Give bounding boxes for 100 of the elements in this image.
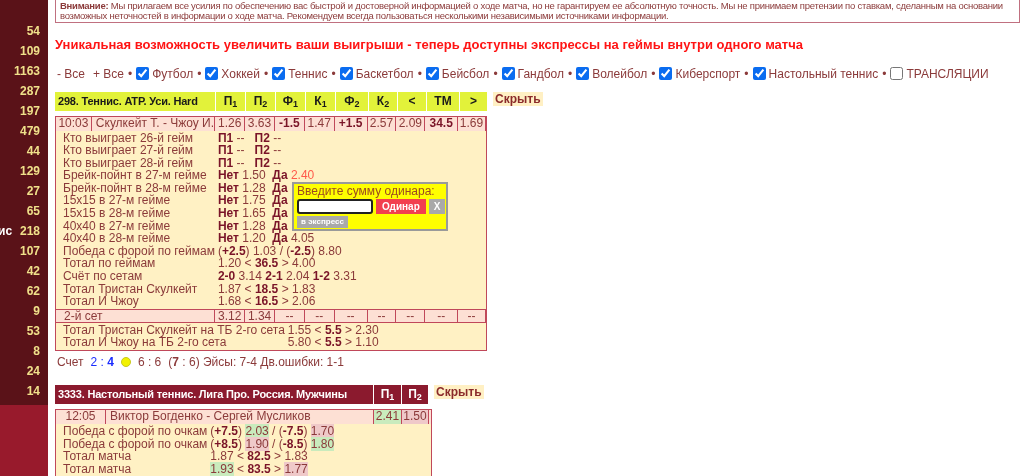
filter-label[interactable]: Хоккей [221, 64, 260, 83]
separator-dot: • [128, 65, 133, 83]
filter-label[interactable]: Футбол [152, 64, 194, 83]
odds-cell[interactable]: 1.34 [245, 309, 275, 322]
filter-checkbox[interactable] [501, 67, 515, 80]
odds-cell[interactable]: 2.09 [396, 116, 426, 131]
hide-link[interactable]: Скрыть [434, 385, 484, 399]
market-label: Кто выиграет 26-й гейм [63, 131, 194, 145]
stake-input[interactable] [297, 198, 373, 214]
odds-cell[interactable]: 1.26 [215, 116, 246, 131]
column-header: К$_{1}$ [305, 91, 335, 111]
filter-label[interactable]: Волейбол [592, 64, 648, 83]
market-odds: 1.87 < 18.5 > 1.83 [217, 281, 316, 296]
sidebar-footer [0, 405, 48, 476]
odds-cell[interactable]: -- [458, 309, 486, 322]
sidebar-count[interactable]: 1163 [13, 62, 40, 80]
collapse-all-link[interactable]: - Все [57, 64, 85, 83]
market-odds: 1.68 < 16.5 > 2.06 [217, 294, 316, 309]
expand-all-link[interactable]: + Все [93, 64, 125, 83]
market-odds: 1.93 < 83.5 > 1.77 [210, 461, 308, 476]
odds-cell[interactable]: -- [367, 309, 397, 322]
odds-cell[interactable]: -- [304, 309, 335, 322]
odds-cell[interactable]: 1.47 [304, 116, 335, 131]
sidebar-count[interactable]: 9 [33, 302, 40, 320]
odds-cell[interactable]: -1.5 [274, 116, 305, 131]
column-header: П$_{2}$ [401, 385, 428, 404]
separator-dot: • [263, 65, 269, 83]
column-header: Ф$_{2}$ [335, 91, 368, 111]
sidebar-count[interactable]: 479 [19, 122, 40, 140]
odds-cell[interactable]: 34.5 [425, 116, 459, 131]
odds-cell[interactable]: 3.63 [245, 116, 275, 131]
sidebar-count[interactable]: 218 [19, 222, 40, 240]
odds-cell[interactable]: -- [396, 309, 426, 322]
sidebar-count[interactable]: 107 [19, 242, 40, 260]
market-label: Победа с форой по очкам [63, 437, 209, 451]
period-label: 2-й сет [56, 309, 216, 322]
sidebar-count[interactable]: 24 [26, 362, 40, 380]
sidebar-count[interactable]: 27 [26, 182, 40, 200]
filter-checkbox[interactable] [752, 67, 766, 80]
column-header: ТМ [426, 91, 459, 111]
filter-label[interactable]: ТРАНСЛЯЦИИ [906, 64, 989, 83]
separator-dot: • [417, 65, 422, 83]
odds-cell[interactable]: 2.57 [367, 116, 397, 131]
filter-label[interactable]: Настольный теннис [768, 64, 879, 83]
market-label: 15x15 в 27-м гейме [63, 194, 172, 208]
sidebar-count[interactable]: 44 [26, 142, 40, 160]
sidebar-count[interactable]: 287 [19, 82, 40, 100]
sidebar-count[interactable]: 129 [19, 162, 40, 180]
sidebar-count[interactable]: 54 [26, 22, 40, 40]
separator-dot: • [568, 65, 573, 83]
filter-checkbox[interactable] [205, 67, 219, 80]
separator-dot: • [197, 65, 202, 83]
odds-cell[interactable]: 2.41 [374, 410, 402, 424]
filter-checkbox[interactable] [425, 67, 439, 80]
sidebar-count[interactable]: 62 [26, 282, 40, 300]
odds-cell[interactable]: 3.12 [215, 309, 246, 322]
market-label: Победа с форой по геймам [63, 244, 216, 258]
odds-cell[interactable]: +1.5 [334, 116, 368, 131]
sidebar-count[interactable]: 197 [19, 102, 40, 120]
filter-label[interactable]: Теннис [288, 64, 328, 83]
sidebar-count[interactable]: 42 [26, 262, 40, 280]
odds-cell[interactable]: -- [275, 309, 305, 322]
filter-label[interactable]: Гандбол [517, 64, 564, 83]
separator-dot: • [493, 65, 498, 83]
sidebar-count[interactable]: 53 [26, 322, 40, 340]
sidebar-count[interactable]: 14 [26, 382, 40, 400]
match-players[interactable]: Скулкейт Т. - Чжоу И. [91, 116, 216, 131]
filter-checkbox[interactable] [272, 67, 286, 80]
filter-label[interactable]: Баскетбол [355, 64, 414, 83]
sidebar-count[interactable]: 65 [26, 202, 40, 220]
filter-checkbox[interactable] [659, 67, 673, 80]
column-header: > [459, 91, 487, 111]
odds-cell[interactable]: 1.50 [402, 410, 429, 424]
odds-cell[interactable]: -- [334, 309, 368, 322]
single-bet-button[interactable]: Одинар [376, 198, 426, 214]
filter-checkbox[interactable] [136, 67, 150, 80]
promo-headline: Уникальная возможность увеличить ваши выигрыши - теперь доступны экспрессы на геймы внутри одного матча [55, 36, 804, 54]
market-label: Тотал Тристан Скулкейт на ТБ 2-го сета [63, 323, 286, 337]
filter-label[interactable]: Киберспорт [675, 64, 741, 83]
market-label: 40x40 в 27-м гейме [63, 219, 172, 233]
sidebar-count[interactable]: 109 [19, 42, 40, 60]
sidebar-count[interactable]: 8 [33, 342, 40, 360]
score-text: Счет [57, 355, 84, 369]
filter-checkbox[interactable] [890, 67, 904, 80]
column-header: К$_{2}$ [368, 91, 397, 111]
popup-prompt: Введите сумму одинара: [297, 184, 436, 198]
filter-checkbox[interactable] [339, 67, 353, 80]
odds-cell[interactable]: 1.69 [458, 116, 486, 131]
market-label: Кто выиграет 27-й гейм [63, 144, 194, 157]
score-text: (7 : 6) Эйсы: 7-4 Дв.ошибки: 1-1 [168, 355, 344, 369]
separator-dot: • [651, 65, 656, 83]
filter-label[interactable]: Бейсбол [441, 64, 490, 83]
filter-checkbox[interactable] [576, 67, 590, 80]
event-title: 3333. Настольный теннис. Лига Про. Россия. Мужчины [57, 387, 348, 402]
market-odds: 5.80 < 5.5 > 1.10 [287, 335, 379, 350]
market-label: Брейк-пойнт в 28-м гейме [63, 181, 208, 195]
separator-dot: • [744, 65, 749, 83]
hide-link[interactable]: Скрыть [493, 91, 543, 106]
market-label: Тотал по геймам [63, 257, 157, 271]
odds-cell[interactable]: -- [425, 309, 459, 322]
